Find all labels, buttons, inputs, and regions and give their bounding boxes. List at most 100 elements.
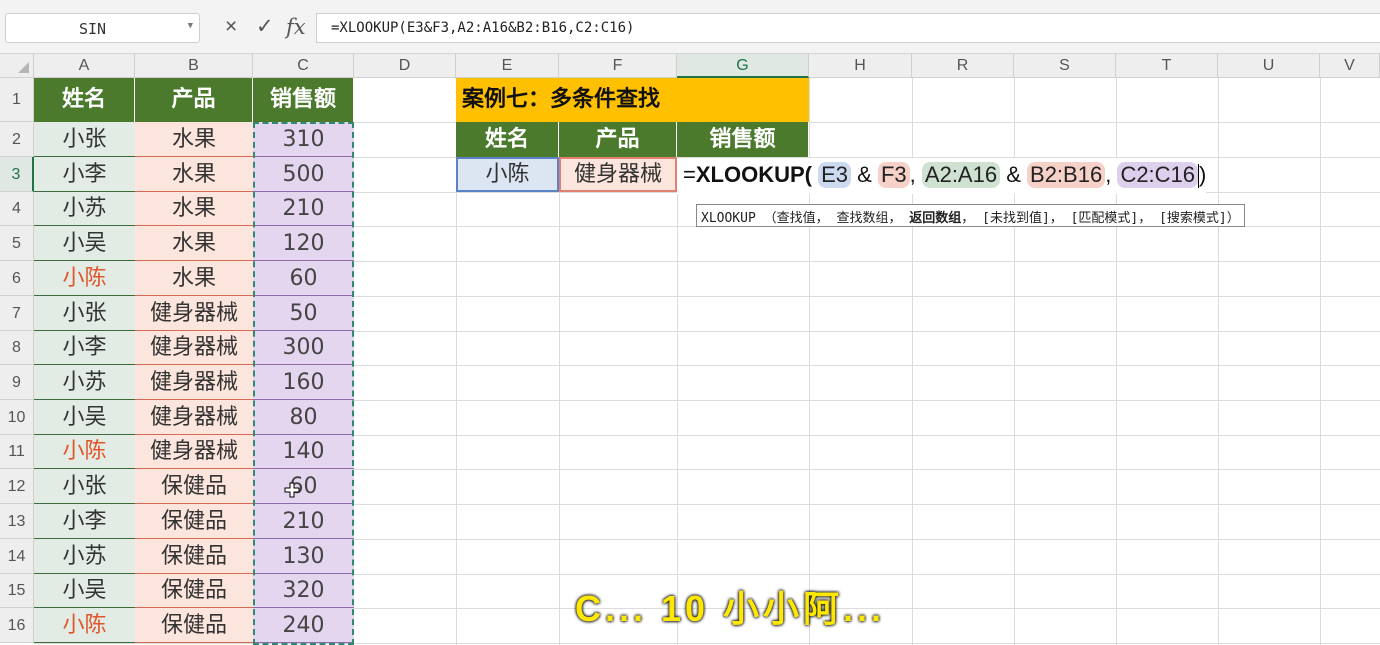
row-header-1[interactable]: 1 xyxy=(0,78,34,122)
cell-sales[interactable]: 300 xyxy=(253,331,354,365)
row-header-6[interactable]: 6 xyxy=(0,261,34,296)
row-header-16[interactable]: 16 xyxy=(0,608,34,643)
row-header-4[interactable]: 4 xyxy=(0,192,34,226)
row-header-11[interactable]: 11 xyxy=(0,435,34,469)
ref-token-b2-b16[interactable]: B2:B16 xyxy=(1027,162,1106,188)
ref-token-e3[interactable]: E3 xyxy=(818,162,852,188)
cell-sales[interactable]: 500 xyxy=(253,157,354,192)
column-header-r[interactable]: R xyxy=(912,54,1014,78)
cell-product[interactable]: 健身器械 xyxy=(135,331,253,365)
row-header-5[interactable]: 5 xyxy=(0,226,34,261)
column-header-c[interactable]: C xyxy=(253,54,354,78)
column-header-g[interactable]: G xyxy=(677,54,809,78)
cell-product[interactable]: 健身器械 xyxy=(135,400,253,435)
cell-name[interactable]: 小吴 xyxy=(34,226,135,261)
grid-line xyxy=(34,643,1380,644)
formula-input[interactable]: =XLOOKUP(E3&F3,A2:A16&B2:B16,C2:C16) xyxy=(316,13,1380,43)
cell-name[interactable]: 小陈 xyxy=(34,608,135,643)
case-header-product[interactable]: 产品 xyxy=(559,122,677,157)
cell-sales[interactable]: 240 xyxy=(253,608,354,643)
cell-product[interactable]: 水果 xyxy=(135,157,253,192)
chevron-down-icon[interactable]: ▼ xyxy=(188,21,193,31)
lookup-name-cell[interactable]: 小陈 xyxy=(456,157,559,192)
cancel-icon[interactable]: × xyxy=(225,13,237,41)
cell-name[interactable]: 小苏 xyxy=(34,539,135,574)
cell-product[interactable]: 健身器械 xyxy=(135,296,253,331)
cell-name[interactable]: 小张 xyxy=(34,296,135,331)
column-header-f[interactable]: F xyxy=(559,54,677,78)
fx-icon[interactable]: fx xyxy=(286,13,306,41)
cell-product[interactable]: 水果 xyxy=(135,261,253,296)
close-paren: ) xyxy=(1199,162,1207,187)
column-header-d[interactable]: D xyxy=(354,54,456,78)
cell-name[interactable]: 小李 xyxy=(34,331,135,365)
cell-sales[interactable]: 210 xyxy=(253,504,354,539)
row-header-9[interactable]: 9 xyxy=(0,365,34,400)
column-header-h[interactable]: H xyxy=(809,54,912,78)
cell-sales[interactable]: 80 xyxy=(253,400,354,435)
cell-product[interactable]: 水果 xyxy=(135,122,253,157)
cell-sales[interactable]: 120 xyxy=(253,226,354,261)
row-header-10[interactable]: 10 xyxy=(0,400,34,435)
ref-token-c2-c16[interactable]: C2:C16 xyxy=(1117,162,1199,188)
cell-name[interactable]: 小吴 xyxy=(34,574,135,608)
column-header-s[interactable]: S xyxy=(1014,54,1116,78)
row-header-3[interactable]: 3 xyxy=(0,157,34,192)
case-header-sales[interactable]: 销售额 xyxy=(677,122,809,157)
cell-name[interactable]: 小陈 xyxy=(34,261,135,296)
cell-sales[interactable]: 210 xyxy=(253,192,354,226)
name-box[interactable]: SIN ▼ xyxy=(5,13,200,43)
row-header-7[interactable]: 7 xyxy=(0,296,34,331)
cell-name[interactable]: 小张 xyxy=(34,469,135,504)
column-header-u[interactable]: U xyxy=(1218,54,1320,78)
cell-sales[interactable]: 310 xyxy=(253,122,354,157)
ref-token-a2-a16[interactable]: A2:A16 xyxy=(921,162,1001,188)
column-header-a[interactable]: A xyxy=(34,54,135,78)
cell-product[interactable]: 健身器械 xyxy=(135,365,253,400)
cell-product[interactable]: 水果 xyxy=(135,226,253,261)
case-title[interactable]: 案例七：多条件查找 xyxy=(456,78,809,122)
cell-sales[interactable]: 160 xyxy=(253,365,354,400)
cell-name[interactable]: 小苏 xyxy=(34,192,135,226)
cell-sales[interactable]: 130 xyxy=(253,539,354,574)
lookup-product-cell[interactable]: 健身器械 xyxy=(559,157,677,192)
cell-name[interactable]: 小苏 xyxy=(34,365,135,400)
column-header-b[interactable]: B xyxy=(135,54,253,78)
cell-name[interactable]: 小李 xyxy=(34,157,135,192)
tooltip-remaining-args: ， [未找到值]， [匹配模式]， [搜索模式]） xyxy=(961,211,1240,226)
cell-name[interactable]: 小李 xyxy=(34,504,135,539)
row-header-14[interactable]: 14 xyxy=(0,539,34,574)
select-all-corner[interactable] xyxy=(0,54,34,78)
cell-product[interactable]: 保健品 xyxy=(135,539,253,574)
cell-sales[interactable]: 50 xyxy=(253,296,354,331)
column-header-t[interactable]: T xyxy=(1116,54,1218,78)
row-header-13[interactable]: 13 xyxy=(0,504,34,539)
cell-product[interactable]: 保健品 xyxy=(135,574,253,608)
row-header-15[interactable]: 15 xyxy=(0,574,34,608)
cell-product[interactable]: 水果 xyxy=(135,192,253,226)
header-cell-product[interactable]: 产品 xyxy=(135,78,253,122)
cell-name[interactable]: 小张 xyxy=(34,122,135,157)
header-cell-sales[interactable]: 销售额 xyxy=(253,78,354,122)
cell-product[interactable]: 健身器械 xyxy=(135,435,253,469)
cell-product[interactable]: 保健品 xyxy=(135,469,253,504)
cell-sales[interactable]: 320 xyxy=(253,574,354,608)
cell-product[interactable]: 保健品 xyxy=(135,504,253,539)
row-header-8[interactable]: 8 xyxy=(0,331,34,365)
cell-name[interactable]: 小陈 xyxy=(34,435,135,469)
function-tooltip[interactable]: XLOOKUP （查找值， 查找数组， 返回数组， [未找到值]， [匹配模式]… xyxy=(696,204,1245,227)
column-header-v[interactable]: V xyxy=(1320,54,1380,78)
cell-product[interactable]: 保健品 xyxy=(135,608,253,643)
cell-editor[interactable]: =XLOOKUP( E3 & F3, A2:A16 & B2:B16, C2:C… xyxy=(677,158,1207,194)
cell-name[interactable]: 小吴 xyxy=(34,400,135,435)
row-header-2[interactable]: 2 xyxy=(0,122,34,157)
cell-sales[interactable]: 60 xyxy=(253,469,354,504)
cell-sales[interactable]: 60 xyxy=(253,261,354,296)
column-header-e[interactable]: E xyxy=(456,54,559,78)
case-header-name[interactable]: 姓名 xyxy=(456,122,559,157)
ref-token-f3[interactable]: F3 xyxy=(877,162,910,188)
header-cell-name[interactable]: 姓名 xyxy=(34,78,135,122)
cell-sales[interactable]: 140 xyxy=(253,435,354,469)
confirm-icon[interactable]: ✓ xyxy=(256,13,274,41)
row-header-12[interactable]: 12 xyxy=(0,469,34,504)
